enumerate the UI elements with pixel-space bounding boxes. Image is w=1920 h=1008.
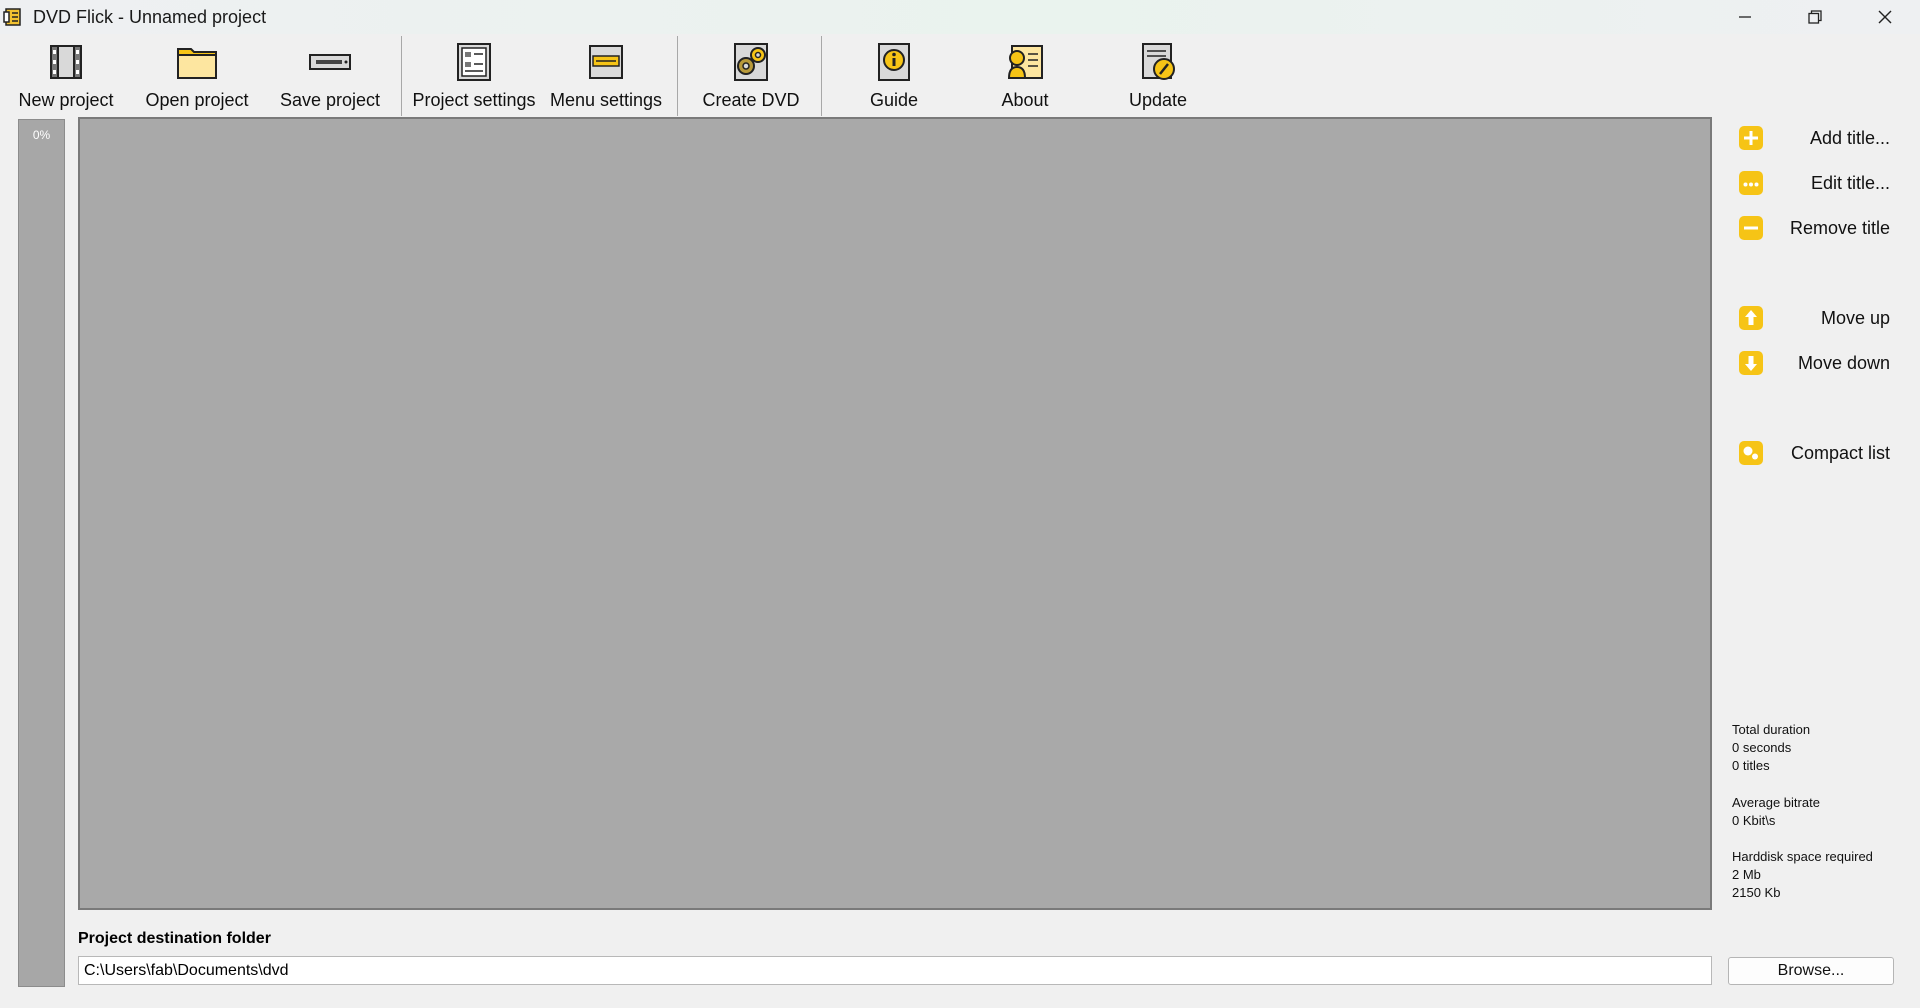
minimize-button[interactable] xyxy=(1710,0,1780,34)
create-dvd-button[interactable]: Create DVD xyxy=(696,36,806,116)
folder-icon xyxy=(177,48,217,79)
add-title-label: Add title... xyxy=(1809,127,1890,148)
average-bitrate-value: 0 Kbit\s xyxy=(1732,813,1776,828)
title-list[interactable] xyxy=(78,117,1712,910)
window-title: DVD Flick - Unnamed project xyxy=(33,6,267,27)
about-button[interactable]: About xyxy=(976,36,1074,116)
minimize-icon xyxy=(1739,16,1751,18)
guide-label: Guide xyxy=(869,90,919,110)
harddisk-label: Harddisk space required xyxy=(1732,849,1873,864)
guide-button[interactable]: Guide xyxy=(845,36,943,116)
edit-title-button[interactable]: Edit title... xyxy=(1738,166,1890,200)
menu-settings-button[interactable]: Menu settings xyxy=(546,36,666,116)
app-icon xyxy=(3,8,21,26)
move-down-label: Move down xyxy=(1797,352,1890,373)
add-title-button[interactable]: Add title... xyxy=(1738,121,1890,155)
menu-settings-label: Menu settings xyxy=(549,90,663,110)
info-document-icon xyxy=(878,43,910,81)
close-button[interactable] xyxy=(1850,0,1920,34)
close-icon xyxy=(1878,10,1892,24)
move-up-button[interactable]: Move up xyxy=(1738,301,1890,335)
destination-folder-input[interactable] xyxy=(78,956,1712,985)
progress-bar: 0% xyxy=(18,119,65,987)
toolbar: New project Open project Save project Pr… xyxy=(0,36,1920,116)
compact-list-button[interactable]: Compact list xyxy=(1738,436,1890,470)
harddisk-mb: 2 Mb xyxy=(1732,867,1761,882)
open-project-label: Open project xyxy=(145,90,249,110)
window-controls xyxy=(1710,0,1920,34)
new-project-button[interactable]: New project xyxy=(16,36,116,116)
drive-icon xyxy=(309,54,351,70)
arrow-down-icon xyxy=(1739,351,1763,375)
project-settings-label: Project settings xyxy=(412,90,536,110)
update-button[interactable]: Update xyxy=(1109,36,1207,116)
update-document-icon xyxy=(1142,43,1175,80)
menu-screen-icon xyxy=(589,45,623,79)
minus-icon xyxy=(1739,216,1763,240)
film-strip-icon xyxy=(50,45,82,79)
new-project-label: New project xyxy=(18,90,114,110)
harddisk-kb: 2150 Kb xyxy=(1732,885,1781,900)
title-bar: DVD Flick - Unnamed project xyxy=(0,0,1920,34)
harddisk-stats: Harddisk space required 2 Mb 2150 Kb xyxy=(1732,848,1873,902)
progress-percent: 0% xyxy=(32,128,51,142)
average-bitrate-label: Average bitrate xyxy=(1732,795,1820,810)
remove-title-button[interactable]: Remove title xyxy=(1738,211,1890,245)
save-project-button[interactable]: Save project xyxy=(278,36,382,116)
titles-count: 0 titles xyxy=(1732,758,1770,773)
settings-panel-icon xyxy=(457,43,491,81)
browse-button[interactable]: Browse... xyxy=(1728,957,1894,985)
save-project-label: Save project xyxy=(279,90,381,110)
ellipsis-icon xyxy=(1739,171,1763,195)
move-down-button[interactable]: Move down xyxy=(1738,346,1890,380)
create-dvd-label: Create DVD xyxy=(702,90,800,110)
duration-value: 0 seconds xyxy=(1732,740,1792,755)
compact-list-label: Compact list xyxy=(1790,442,1890,463)
bitrate-stats: Average bitrate 0 Kbit\s xyxy=(1732,794,1820,830)
restore-button[interactable] xyxy=(1780,0,1850,34)
about-label: About xyxy=(1001,90,1049,110)
gears-icon xyxy=(734,43,768,81)
destination-folder-label: Project destination folder xyxy=(78,930,271,947)
edit-title-label: Edit title... xyxy=(1810,172,1890,193)
plus-icon xyxy=(1739,126,1763,150)
update-label: Update xyxy=(1128,90,1188,110)
arrow-up-icon xyxy=(1739,306,1763,330)
open-project-button[interactable]: Open project xyxy=(142,36,252,116)
restore-icon xyxy=(1808,10,1822,24)
toolbar-separator xyxy=(677,36,678,116)
duration-stats: Total duration 0 seconds 0 titles xyxy=(1732,721,1810,775)
toolbar-separator xyxy=(401,36,402,116)
remove-title-label: Remove title xyxy=(1789,217,1890,238)
compact-list-icon xyxy=(1739,441,1763,465)
person-card-icon xyxy=(1007,45,1043,79)
total-duration-label: Total duration xyxy=(1732,722,1811,737)
project-settings-button[interactable]: Project settings xyxy=(410,36,538,116)
toolbar-separator xyxy=(821,36,822,116)
move-up-label: Move up xyxy=(1820,307,1890,328)
